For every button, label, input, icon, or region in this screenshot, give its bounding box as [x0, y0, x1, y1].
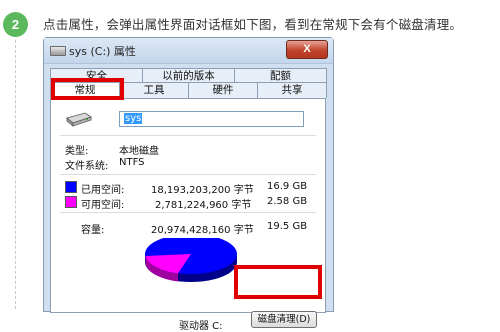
used-space-bytes: 18,193,203,200 字节: [151, 185, 254, 196]
hard-drive-icon: [66, 112, 92, 127]
step-number-badge: 2: [3, 12, 28, 37]
disk-usage-pie: [145, 238, 237, 282]
highlight-general-tab: [51, 78, 124, 100]
free-space-label: 可用空间:: [81, 200, 125, 211]
type-label: 类型:: [65, 146, 89, 157]
capacity-label: 容量:: [81, 225, 105, 236]
dialog-titlebar: sys (C:) 属性 X: [44, 38, 333, 64]
dialog-title: sys (C:) 属性: [69, 45, 136, 58]
used-space-swatch: [65, 181, 77, 193]
type-value: 本地磁盘: [119, 146, 159, 157]
capacity-size: 19.5 GB: [267, 221, 308, 232]
instruction-text: 点击属性，会弹出属性界面对话框如下图，看到在常规下会有个磁盘清理。: [43, 17, 463, 32]
drive-letter-label: 驱动器 C:: [179, 321, 223, 332]
filesystem-value: NTFS: [119, 157, 145, 168]
divider: [60, 212, 316, 213]
filesystem-label: 文件系统:: [65, 161, 109, 172]
drive-name-text: sys: [124, 113, 143, 124]
tab-quota[interactable]: 配额: [234, 68, 327, 83]
free-space-size: 2.58 GB: [267, 196, 308, 207]
step-divider: [15, 40, 16, 309]
tab-previous-versions[interactable]: 以前的版本: [142, 68, 235, 83]
tab-hardware[interactable]: 硬件: [188, 82, 258, 98]
free-space-bytes: 2,781,224,960 字节: [155, 200, 252, 211]
tab-tools[interactable]: 工具: [119, 82, 189, 98]
used-space-label: 已用空间:: [81, 185, 125, 196]
disk-cleanup-button[interactable]: 磁盘清理(D): [251, 311, 317, 328]
highlight-cleanup-button: [234, 265, 322, 299]
divider: [60, 135, 316, 136]
divider: [60, 174, 316, 175]
capacity-bytes: 20,974,428,160 字节: [151, 225, 254, 236]
free-space-swatch: [65, 196, 77, 208]
tab-sharing[interactable]: 共享: [257, 82, 327, 98]
used-space-size: 16.9 GB: [267, 181, 308, 192]
drive-name-input[interactable]: sys: [119, 111, 304, 127]
close-button[interactable]: X: [286, 40, 328, 59]
drive-title-icon: [50, 46, 66, 56]
